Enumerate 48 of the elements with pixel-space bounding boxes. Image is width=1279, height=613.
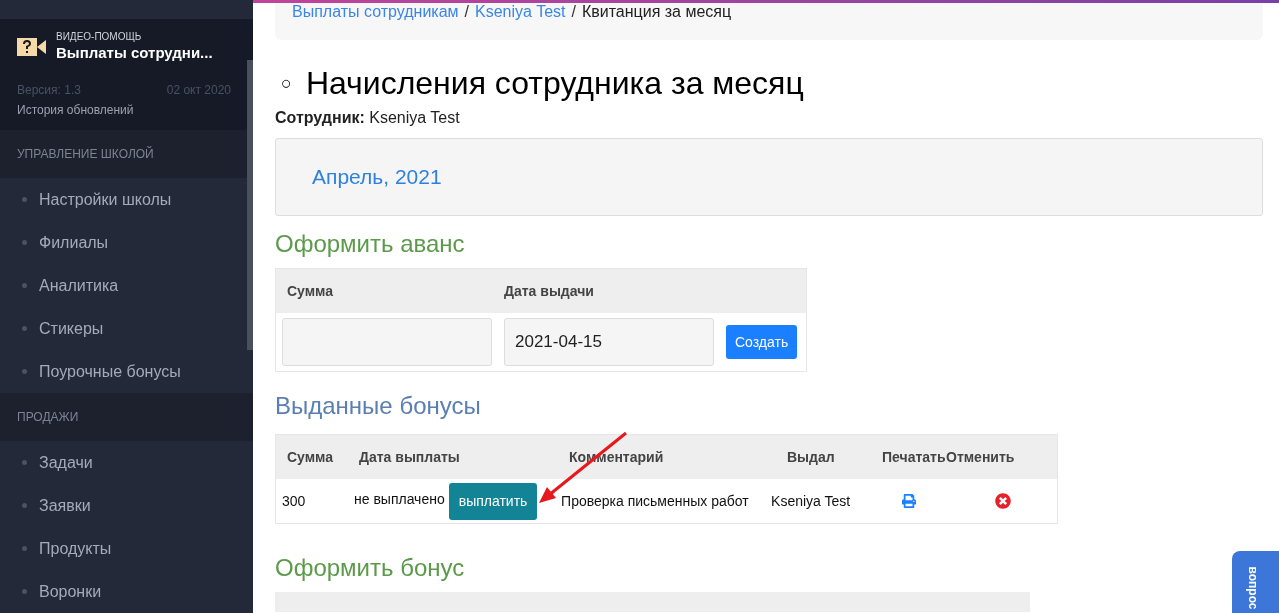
print-icon[interactable]	[902, 494, 917, 508]
month-link[interactable]: Апрель, 2021	[312, 161, 442, 193]
employee-text: Сотрудник: Kseniya Test	[275, 108, 461, 128]
breadcrumb-separator: /	[571, 3, 576, 21]
column-header: Отменить	[946, 447, 1016, 467]
section-label: УПРАВЛЕНИЕ ШКОЛОЙ	[17, 145, 154, 163]
sidebar-item[interactable]: Стикеры	[0, 307, 247, 350]
amount-field[interactable]	[282, 318, 492, 366]
table-cell-text: Kseniya Test	[771, 491, 852, 511]
section-label: ПРОДАЖИ	[17, 409, 79, 426]
create-button[interactable]: Создать	[726, 325, 798, 359]
sidebar-item[interactable]: Задачи	[0, 441, 247, 484]
version-date: 02 окт 2020	[166, 82, 231, 100]
section-title: Выданные бонусы	[275, 391, 482, 420]
scrollbar[interactable]	[247, 60, 253, 350]
column-header: Дата выплаты	[359, 447, 461, 467]
column-header: Сумма	[286, 281, 335, 301]
sidebar-item[interactable]: Продукты	[0, 527, 247, 570]
help-panel[interactable]: ВИДЕО-ПОМОЩЬ Выплаты сотрудни... Версия: 1.3 02 окт 2020 История обновлений	[0, 19, 253, 130]
date-field[interactable]: 2021-04-15	[504, 318, 714, 366]
help-title: Выплаты сотрудни...	[56, 43, 213, 64]
help-label: ВИДЕО-ПОМОЩЬ	[56, 31, 143, 44]
update-history-link[interactable]: История обновлений	[17, 101, 236, 120]
heading-bullet: ○	[281, 71, 292, 95]
sidebar-item[interactable]: Заявки	[0, 484, 247, 527]
breadcrumb-separator: /	[464, 3, 470, 21]
cancel-icon[interactable]	[994, 493, 1011, 509]
sidebar-item[interactable]: Воронки	[0, 570, 247, 613]
breadcrumb-link[interactable]: Выплаты сотрудникам	[292, 3, 459, 21]
sidebar-item[interactable]: Аналитика	[0, 264, 247, 307]
table-cell-text: Проверка письменных работ	[560, 491, 750, 511]
sidebar-item[interactable]: Поурочные бонусы	[0, 350, 247, 393]
version-text: Версия: 1.3	[17, 82, 81, 100]
video-question-icon	[17, 37, 47, 58]
table-cell-text: не выплачено	[353, 489, 445, 509]
sidebar-item[interactable]: Настройки школы	[0, 178, 247, 221]
column-header: Сумма	[286, 447, 335, 467]
breadcrumb-current: Квитанция за месяц	[581, 3, 732, 21]
section-title: Оформить аванс	[275, 229, 466, 258]
table-cell-text: 300	[281, 491, 307, 511]
pay-button[interactable]: выплатить	[448, 482, 538, 520]
breadcrumb-link[interactable]: Kseniya Test	[475, 3, 566, 21]
column-header: Выдал	[787, 447, 836, 467]
sidebar-item[interactable]: Филиалы	[0, 221, 247, 264]
page-title: Начисления сотрудника за месяц	[305, 64, 804, 103]
column-header: Печатать	[882, 447, 946, 467]
feedback-tab[interactable]: вопрос	[1232, 551, 1279, 613]
column-header: Дата выдачи	[504, 281, 594, 301]
